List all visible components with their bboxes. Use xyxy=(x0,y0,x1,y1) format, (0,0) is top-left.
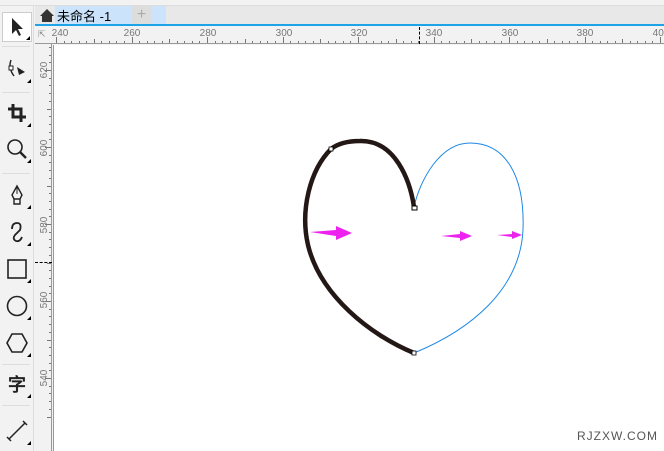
pick-tool[interactable] xyxy=(2,12,32,42)
magnifier-icon xyxy=(7,139,27,159)
drawing-canvas[interactable] xyxy=(53,45,664,451)
page-border xyxy=(53,45,54,451)
curve-icon xyxy=(11,222,23,243)
ruler-label: 320 xyxy=(350,28,368,39)
home-tab[interactable] xyxy=(37,6,57,24)
toolbox: 字 xyxy=(0,6,34,451)
dimension-tool[interactable] xyxy=(2,416,32,446)
cursor-position-marker xyxy=(419,27,420,44)
freehand-tool[interactable] xyxy=(2,217,32,247)
heart-left-curve[interactable] xyxy=(303,138,417,356)
hexagon-icon xyxy=(6,333,28,353)
ruler-label: 260 xyxy=(123,28,141,39)
ellipse-tool[interactable] xyxy=(2,291,32,321)
ruler-label: 620 xyxy=(38,61,50,79)
rectangle-tool[interactable] xyxy=(2,254,32,284)
ruler-label: 280 xyxy=(199,28,217,39)
watermark: RJZXW.COM xyxy=(577,429,658,443)
node-handle[interactable] xyxy=(411,350,417,356)
arrow-annotation xyxy=(310,226,352,240)
text-tool[interactable]: 字 xyxy=(2,369,32,399)
arrow-annotation xyxy=(441,231,472,241)
ruler-label: 380 xyxy=(576,28,594,39)
ruler-label: 540 xyxy=(38,369,50,387)
dimension-line-icon xyxy=(6,420,28,442)
ruler-label: 560 xyxy=(38,291,50,309)
ruler-label: 300 xyxy=(275,28,293,39)
ruler-label: 340 xyxy=(425,28,443,39)
ruler-label: 600 xyxy=(38,139,50,157)
pen-tool[interactable] xyxy=(2,180,32,210)
node-handle[interactable] xyxy=(411,205,418,211)
cursor-position-marker xyxy=(35,262,52,263)
shape-node-icon xyxy=(8,59,25,77)
crop-tool[interactable] xyxy=(2,98,32,128)
home-icon xyxy=(40,8,54,22)
shape-tool[interactable] xyxy=(2,54,32,84)
ruler-label: 240 xyxy=(51,28,69,39)
pen-nib-icon xyxy=(11,184,23,205)
crop-icon xyxy=(8,104,26,122)
pointer-icon xyxy=(12,18,23,36)
ruler-origin-icon[interactable]: ⇱ xyxy=(38,29,46,40)
horizontal-ruler[interactable]: ⇱ 240 260 280 300 320 340 360 380 400 xyxy=(35,27,664,44)
node-handle[interactable] xyxy=(328,146,334,152)
document-tab-bar: 未命名 -1 + xyxy=(35,6,664,26)
ruler-label: 400 xyxy=(652,28,664,39)
polygon-tool[interactable] xyxy=(2,328,32,358)
ruler-label: 360 xyxy=(501,28,519,39)
arrow-annotation xyxy=(497,231,522,239)
vertical-ruler[interactable]: 620 600 580 560 540 xyxy=(35,44,52,451)
drawing xyxy=(303,138,524,356)
zoom-tool[interactable] xyxy=(2,134,32,164)
ruler-label: 580 xyxy=(38,216,50,234)
add-tab-button[interactable]: + xyxy=(132,6,151,24)
ellipse-icon xyxy=(6,295,28,317)
heart-right-curve[interactable] xyxy=(413,142,524,354)
rectangle-icon xyxy=(7,259,27,279)
